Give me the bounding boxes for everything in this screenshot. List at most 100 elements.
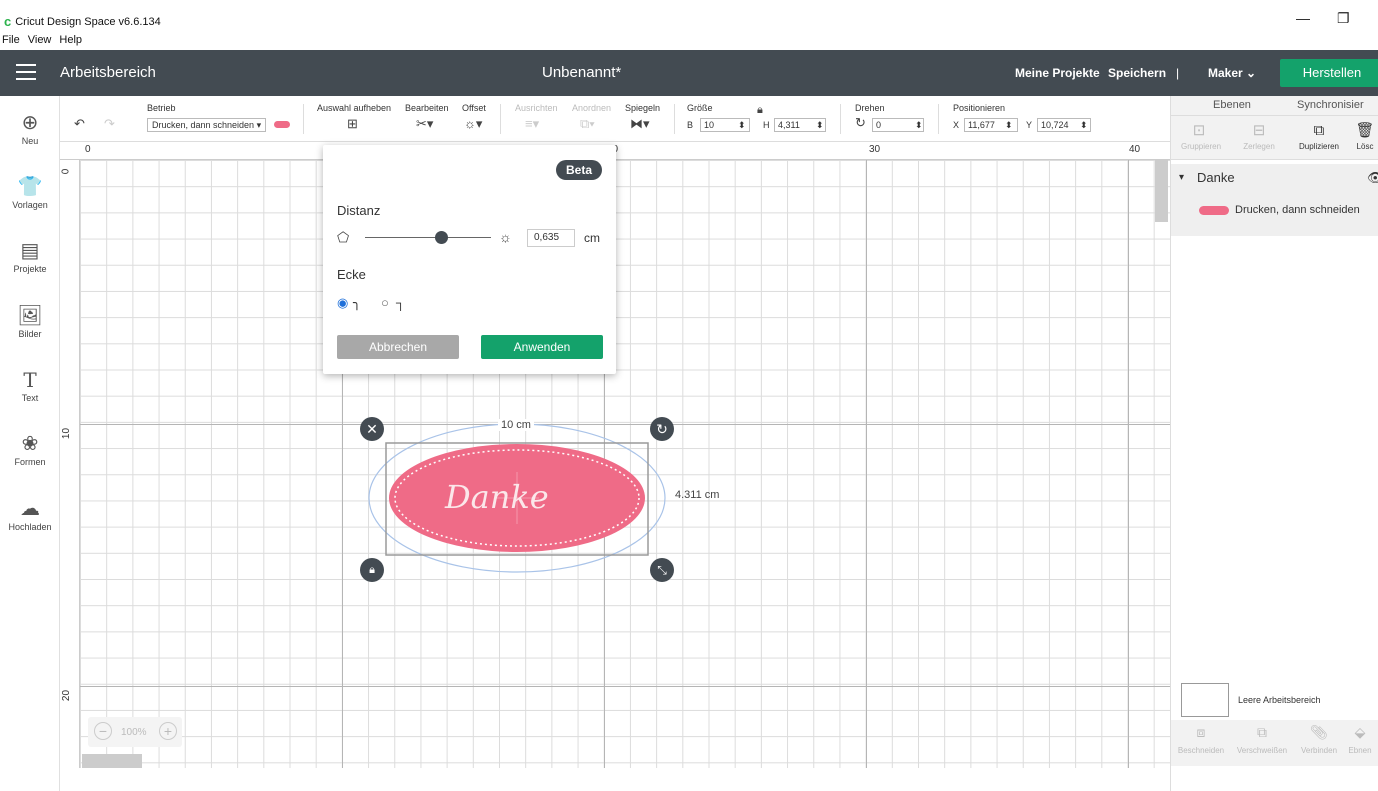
minimize-button[interactable]: — [1296, 10, 1310, 26]
ungroup-button[interactable]: ⊟ Zerlegen [1241, 120, 1277, 151]
upload-cloud-icon: ☁ [20, 498, 40, 520]
app-header: Arbeitsbereich Unbenannt* Meine Projekte… [0, 50, 1378, 96]
ruler-label: 0 [85, 144, 91, 155]
trash-icon: 🗑 [1355, 122, 1375, 139]
height-label: H [763, 120, 770, 130]
corner-round-radio[interactable]: ◉ [337, 295, 348, 311]
offset-label: Offset [462, 103, 486, 113]
tab-layers[interactable]: Ebenen [1213, 99, 1251, 111]
flip-icon[interactable]: ⧓▾ [630, 116, 650, 132]
make-button[interactable]: Herstellen [1280, 59, 1378, 87]
window-title-text: Cricut Design Space v6.6.134 [15, 15, 161, 28]
lock-handle-icon[interactable]: 🔒︎ [360, 558, 384, 582]
attach-button[interactable]: 📎︎ Verbinden [1297, 724, 1341, 755]
arrange-icon[interactable]: ⧉▾ [580, 116, 595, 132]
slice-button[interactable]: ⧈ Beschneiden [1173, 724, 1229, 755]
shapes-icon: ❀ [21, 433, 39, 455]
toolbar-divider [500, 104, 501, 134]
edit-tools-icon[interactable]: ✂▾ [416, 116, 433, 132]
layer-group[interactable]: ▾ Danke 👁 Drucken, dann schneiden [1171, 164, 1378, 236]
group-button[interactable]: ⊡ Gruppieren [1181, 120, 1221, 151]
menu-help[interactable]: Help [59, 34, 82, 50]
rotate-handle-icon[interactable]: ↻ [650, 417, 674, 441]
group-icon: ⊡ [1192, 122, 1206, 139]
projects-icon: ▤ [20, 240, 40, 262]
delete-handle-icon[interactable]: ✕ [360, 417, 384, 441]
deselect-label: Auswahl aufheben [317, 103, 392, 113]
sidebar-item-new[interactable]: ⊕ Neu [0, 110, 60, 146]
horizontal-scrollbar[interactable] [82, 754, 142, 768]
cancel-button[interactable]: Abbrechen [337, 335, 459, 359]
zoom-value: 100% [121, 727, 147, 738]
machine-select[interactable]: Maker ⌄ [1208, 66, 1256, 80]
left-sidebar: ⊕ Neu 👕 Vorlagen ▤ Projekte 🖼 Bilder T T… [0, 96, 60, 791]
y-stepper-icon[interactable]: ⬍ [1080, 120, 1088, 131]
sidebar-item-upload[interactable]: ☁ Hochladen [0, 496, 60, 532]
sharp-corner-icon: ┐ [396, 295, 406, 310]
width-label: B [687, 120, 694, 130]
layer-item-name: Drucken, dann schneiden [1235, 204, 1360, 216]
zoom-out-button[interactable]: − [94, 722, 112, 740]
width-stepper-icon[interactable]: ⬍ [738, 120, 746, 131]
machine-label: Maker [1208, 66, 1243, 80]
offset-icon[interactable]: ☼▾ [464, 116, 482, 132]
arrange-label: Anordnen [572, 103, 612, 113]
delete-button[interactable]: 🗑 Lösc [1351, 120, 1378, 151]
vertical-scrollbar[interactable] [1155, 160, 1168, 222]
distance-input[interactable]: 0,635 [527, 229, 575, 247]
toolbar-divider [674, 104, 675, 134]
ruler-label: 10 [61, 427, 73, 440]
collapse-arrow-icon[interactable]: ▾ [1179, 172, 1184, 183]
menu-view[interactable]: View [28, 34, 52, 50]
resize-handle-icon[interactable]: ⤡ [650, 558, 674, 582]
slice-icon: ⧈ [1196, 724, 1206, 740]
sidebar-item-text[interactable]: T Text [0, 367, 60, 403]
duplicate-label: Duplizieren [1298, 142, 1340, 151]
image-icon: 🖼 [17, 305, 43, 327]
ruler-label: 30 [869, 144, 881, 155]
lock-ratio-icon[interactable]: 🔒︎ [757, 104, 763, 117]
sidebar-item-shapes[interactable]: ❀ Formen [0, 431, 60, 467]
corner-sharp-radio[interactable]: ○ [381, 295, 389, 310]
flip-label: Spiegeln [625, 103, 661, 113]
menu-file[interactable]: File [2, 34, 20, 50]
save-link[interactable]: Speichern [1108, 66, 1166, 80]
sidebar-item-label: Hochladen [8, 522, 52, 532]
color-swatch[interactable] [274, 121, 290, 128]
my-projects-link[interactable]: Meine Projekte [1015, 66, 1100, 80]
apply-button[interactable]: Anwenden [481, 335, 603, 359]
panel-tabs: Ebenen Synchronisier [1171, 96, 1378, 116]
deselect-icon[interactable]: ⊞ [347, 116, 358, 132]
visibility-eye-icon[interactable]: 👁 [1367, 170, 1378, 186]
height-stepper-icon[interactable]: ⬍ [816, 120, 824, 131]
zoom-in-button[interactable]: + [159, 722, 177, 740]
distance-slider-handle[interactable] [435, 231, 448, 244]
align-icon[interactable]: ≡▾ [525, 116, 539, 132]
text-icon: T [23, 368, 37, 392]
tab-sync[interactable]: Synchronisier [1297, 99, 1364, 111]
align-label: Ausrichten [515, 103, 558, 113]
duplicate-button[interactable]: ⧉ Duplizieren [1295, 120, 1343, 151]
blank-canvas-row[interactable]: Leere Arbeitsbereich [1171, 674, 1378, 720]
chevron-down-icon: ⌄ [1246, 66, 1257, 80]
sidebar-item-templates[interactable]: 👕 Vorlagen [0, 174, 60, 210]
sidebar-item-images[interactable]: 🖼 Bilder [0, 303, 60, 339]
undo-icon[interactable]: ↶ [74, 116, 85, 132]
blank-canvas-swatch[interactable] [1181, 683, 1229, 717]
hamburger-menu-icon[interactable] [16, 64, 36, 80]
flatten-button[interactable]: ⬙ Ebnen [1343, 724, 1377, 755]
rotate-icon: ↻ [855, 115, 866, 130]
attach-label: Verbinden [1300, 746, 1338, 755]
ungroup-label: Zerlegen [1243, 142, 1275, 151]
x-label: X [953, 120, 960, 130]
width-dimension-label: 10 cm [498, 419, 534, 431]
sidebar-item-projects[interactable]: ▤ Projekte [0, 238, 60, 274]
rotate-stepper-icon[interactable]: ⬍ [915, 120, 923, 131]
weld-button[interactable]: ⧉ Verschweißen [1231, 724, 1293, 755]
rotate-label: Drehen [855, 103, 885, 113]
x-stepper-icon[interactable]: ⬍ [1005, 120, 1013, 131]
distance-slider-track[interactable] [365, 237, 491, 238]
redo-icon[interactable]: ↷ [104, 116, 115, 132]
operation-select[interactable]: Drucken, dann schneiden ▾ [147, 118, 267, 132]
restore-button[interactable]: ❐ [1337, 10, 1350, 27]
